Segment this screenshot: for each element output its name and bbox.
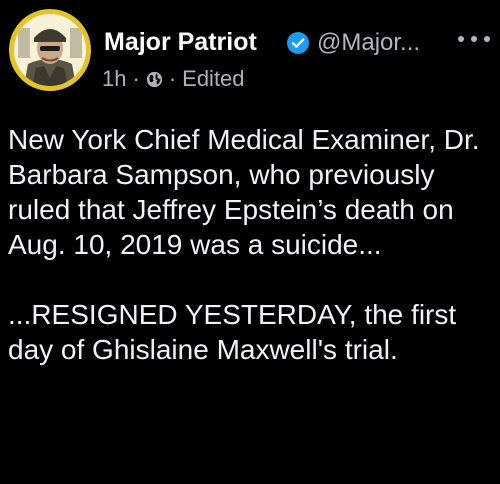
author-name[interactable]: Major Patriot <box>104 28 257 57</box>
post-time[interactable]: 1h <box>102 66 126 92</box>
verified-badge-icon <box>287 32 309 54</box>
edited-label[interactable]: Edited <box>182 66 244 92</box>
more-options-button[interactable] <box>458 27 490 51</box>
post-paragraph: New York Chief Medical Examiner, Dr. Bar… <box>8 124 480 260</box>
avatar-image <box>14 14 86 86</box>
more-dot-icon <box>458 36 464 42</box>
more-dot-icon <box>484 36 490 42</box>
post-paragraph: ...RESIGNED YESTERDAY, the first day of … <box>8 299 457 365</box>
social-post: Major Patriot @Major... 1h · · Edited Ne… <box>0 0 500 484</box>
meta-separator: · <box>168 66 177 91</box>
globe-icon <box>146 71 162 87</box>
post-body: New York Chief Medical Examiner, Dr. Bar… <box>8 122 496 367</box>
soldier-portrait-icon <box>14 14 86 86</box>
more-dot-icon <box>471 36 477 42</box>
post-meta: 1h · · Edited <box>102 66 245 92</box>
author-handle[interactable]: @Major... <box>317 29 420 57</box>
avatar[interactable] <box>9 9 91 91</box>
meta-separator: · <box>132 66 140 91</box>
